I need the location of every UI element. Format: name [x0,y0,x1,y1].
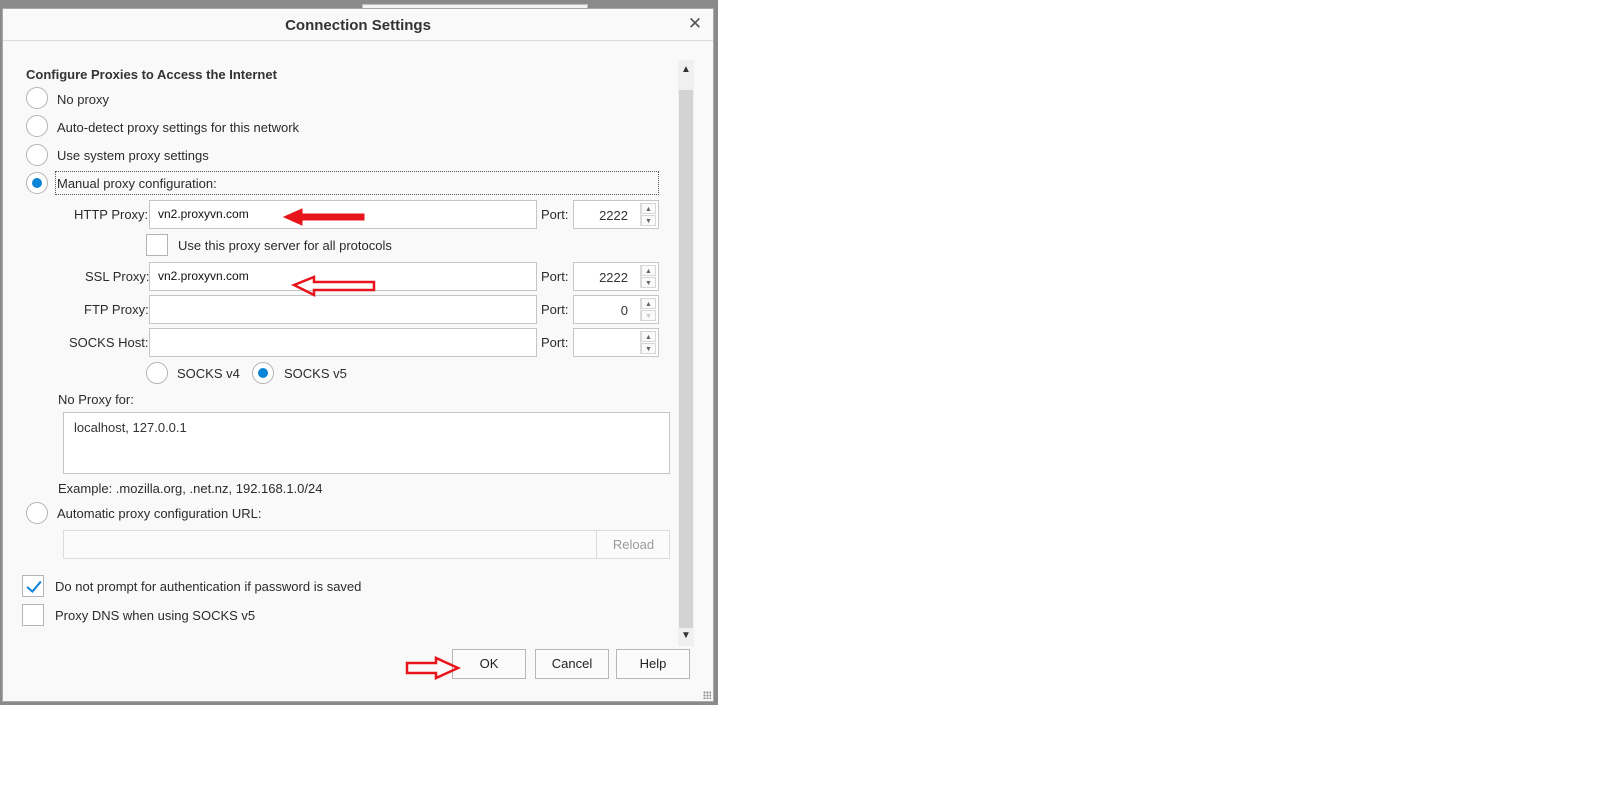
socks-port-label: Port: [541,335,569,350]
spin-down-icon[interactable]: ▼ [641,343,656,354]
use-for-all-checkbox[interactable] [146,234,168,256]
help-button[interactable]: Help [616,649,690,679]
ssl-proxy-label: SSL Proxy: [85,269,150,284]
spin-down-icon[interactable]: ▼ [641,310,656,321]
spin-up-icon[interactable]: ▲ [641,203,656,214]
ftp-proxy-label: FTP Proxy: [84,302,149,317]
resize-grip-icon[interactable] [703,691,711,699]
radio-manual-proxy[interactable] [26,172,48,194]
proxy-dns-label[interactable]: Proxy DNS when using SOCKS v5 [55,608,255,623]
cancel-button[interactable]: Cancel [535,649,609,679]
radio-socks-v5-label[interactable]: SOCKS v5 [284,366,347,381]
scrollbar-thumb[interactable] [679,90,693,628]
no-proxy-textarea[interactable]: localhost, 127.0.0.1 [63,412,670,474]
scroll-down-icon[interactable]: ▼ [678,628,694,644]
dialog-titlebar: Connection Settings ✕ [3,9,713,41]
dialog-title: Connection Settings [285,17,431,34]
radio-auto-config-url[interactable] [26,502,48,524]
spin-down-icon[interactable]: ▼ [641,215,656,226]
radio-socks-v4[interactable] [146,362,168,384]
radio-no-proxy-label[interactable]: No proxy [57,92,109,107]
scroll-up-icon[interactable]: ▲ [678,62,694,78]
ftp-port-value: 0 [620,303,628,318]
ssl-port-value: 2222 [599,270,628,285]
proxy-dns-checkbox[interactable] [22,604,44,626]
ftp-port-spin: ▲ ▼ [640,298,656,321]
no-proxy-label: No Proxy for: [58,392,134,407]
radio-socks-v4-label[interactable]: SOCKS v4 [177,366,240,381]
radio-auto-detect-label[interactable]: Auto-detect proxy settings for this netw… [57,120,299,135]
http-port-spin: ▲ ▼ [640,203,656,226]
close-icon[interactable]: ✕ [685,13,705,35]
ssl-port-stepper[interactable]: 2222 ▲ ▼ [573,262,659,291]
http-port-stepper[interactable]: 2222 ▲ ▼ [573,200,659,229]
radio-system-proxy-label[interactable]: Use system proxy settings [57,148,209,163]
auto-config-url-input[interactable] [63,530,670,559]
spin-down-icon[interactable]: ▼ [641,277,656,288]
radio-auto-config-url-label[interactable]: Automatic proxy configuration URL: [57,506,261,521]
no-proxy-example: Example: .mozilla.org, .net.nz, 192.168.… [58,481,323,496]
annotation-arrow-ssl [290,275,376,298]
connection-settings-dialog: Connection Settings ✕ Configure Proxies … [2,8,714,702]
http-proxy-label: HTTP Proxy: [74,207,149,222]
spin-up-icon[interactable]: ▲ [641,265,656,276]
annotation-arrow-ok [405,656,462,680]
use-for-all-label[interactable]: Use this proxy server for all protocols [178,238,392,253]
scrollbar[interactable]: ▲ ▼ [678,60,694,646]
socks-port-stepper[interactable]: ▲ ▼ [573,328,659,357]
ssl-port-spin: ▲ ▼ [640,265,656,288]
ssl-port-label: Port: [541,269,569,284]
http-port-label: Port: [541,207,569,222]
socks-host-label: SOCKS Host: [69,335,149,350]
radio-auto-detect[interactable] [26,115,48,137]
ftp-proxy-input[interactable] [149,295,537,324]
section-heading: Configure Proxies to Access the Internet [26,67,277,82]
spin-up-icon[interactable]: ▲ [641,298,656,309]
socks-host-input[interactable] [149,328,537,357]
ftp-port-stepper[interactable]: 0 ▲ ▼ [573,295,659,324]
ftp-port-label: Port: [541,302,569,317]
http-port-value: 2222 [599,208,628,223]
no-prompt-auth-label[interactable]: Do not prompt for authentication if pass… [55,579,361,594]
radio-manual-proxy-label[interactable]: Manual proxy configuration: [57,176,217,191]
socks-port-spin: ▲ ▼ [640,331,656,354]
radio-no-proxy[interactable] [26,87,48,109]
reload-button[interactable]: Reload [596,530,670,559]
spin-up-icon[interactable]: ▲ [641,331,656,342]
radio-socks-v5[interactable] [252,362,274,384]
radio-system-proxy[interactable] [26,144,48,166]
no-prompt-auth-checkbox[interactable] [22,575,44,597]
annotation-arrow-http [282,208,365,226]
